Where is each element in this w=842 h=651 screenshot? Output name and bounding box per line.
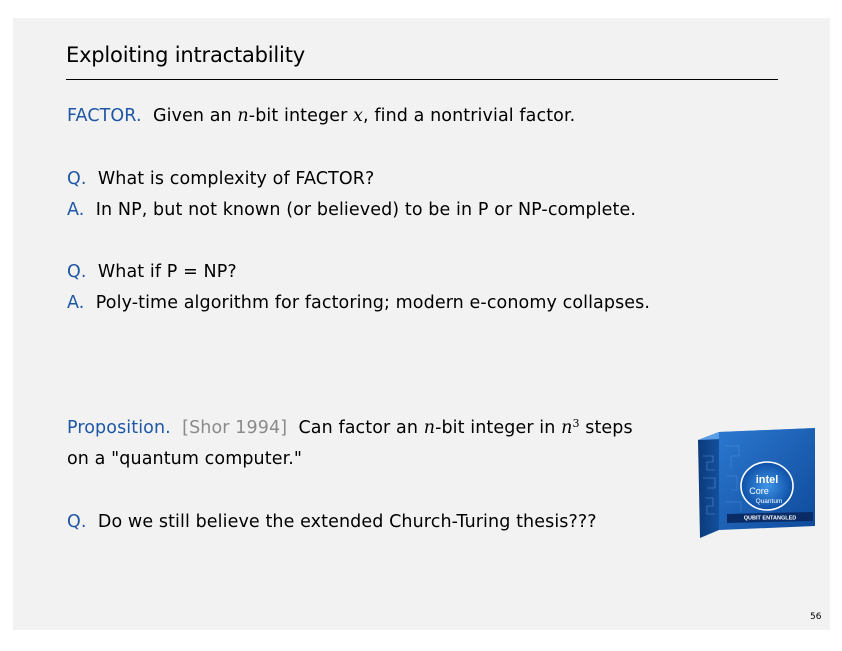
q-label: Q. bbox=[67, 512, 87, 532]
a-label: A. bbox=[67, 293, 85, 313]
var-n: n bbox=[423, 418, 436, 438]
page-number: 56 bbox=[810, 612, 822, 622]
quantum-text: Quantum bbox=[756, 498, 783, 505]
prop-text-b: -bit integer in bbox=[435, 418, 562, 438]
a-text: In NP, but not known (or believed) to be… bbox=[95, 200, 637, 220]
var-x: x bbox=[353, 106, 364, 126]
proposition: Proposition. [Shor 1994] Can factor an n… bbox=[67, 418, 633, 438]
core-text: Core bbox=[749, 486, 769, 496]
prop-text-c: steps bbox=[579, 418, 633, 438]
a-text: Poly-time algorithm for factoring; moder… bbox=[95, 293, 651, 313]
q-text: What is complexity of FACTOR? bbox=[97, 169, 375, 189]
proposition-label: Proposition. bbox=[67, 418, 171, 438]
answer-1: A. In NP, but not known (or believed) to… bbox=[67, 200, 636, 220]
question-1: Q. What is complexity of FACTOR? bbox=[67, 169, 374, 189]
box-side-face bbox=[698, 432, 719, 538]
exponent: 3 bbox=[572, 417, 580, 430]
prop-text-a: Can factor an bbox=[298, 418, 424, 438]
question-3: Q. Do we still believe the extended Chur… bbox=[67, 512, 597, 532]
var-n-power: n bbox=[561, 418, 573, 438]
q-label: Q. bbox=[67, 262, 87, 282]
intel-brand-text: intel bbox=[756, 474, 779, 486]
intel-core-quantum-box-image: intel Core Quantum QUBIT ENTANGLED bbox=[698, 428, 815, 538]
factor-text-c: , find a nontrivial factor. bbox=[363, 106, 576, 126]
factor-text-a: Given an bbox=[152, 106, 238, 126]
slide-title: Exploiting intractability bbox=[66, 43, 305, 67]
a-label: A. bbox=[67, 200, 85, 220]
q-text: What if P = NP? bbox=[97, 262, 237, 282]
qubit-entangled-text: QUBIT ENTANGLED bbox=[744, 516, 796, 522]
citation: [Shor 1994] bbox=[182, 418, 288, 438]
proposition-line-2: on a "quantum computer." bbox=[67, 449, 303, 469]
title-rule bbox=[66, 79, 778, 80]
factor-definition: FACTOR. Given an n-bit integer x, find a… bbox=[67, 106, 575, 126]
answer-2: A. Poly-time algorithm for factoring; mo… bbox=[67, 293, 650, 313]
var-n: n bbox=[237, 106, 249, 126]
slide: Exploiting intractability FACTOR. Given … bbox=[13, 18, 830, 630]
question-2: Q. What if P = NP? bbox=[67, 262, 237, 282]
q-label: Q. bbox=[67, 169, 87, 189]
factor-label: FACTOR. bbox=[67, 106, 142, 126]
factor-text-b: -bit integer bbox=[248, 106, 354, 126]
q-text: Do we still believe the extended Church-… bbox=[97, 512, 597, 532]
